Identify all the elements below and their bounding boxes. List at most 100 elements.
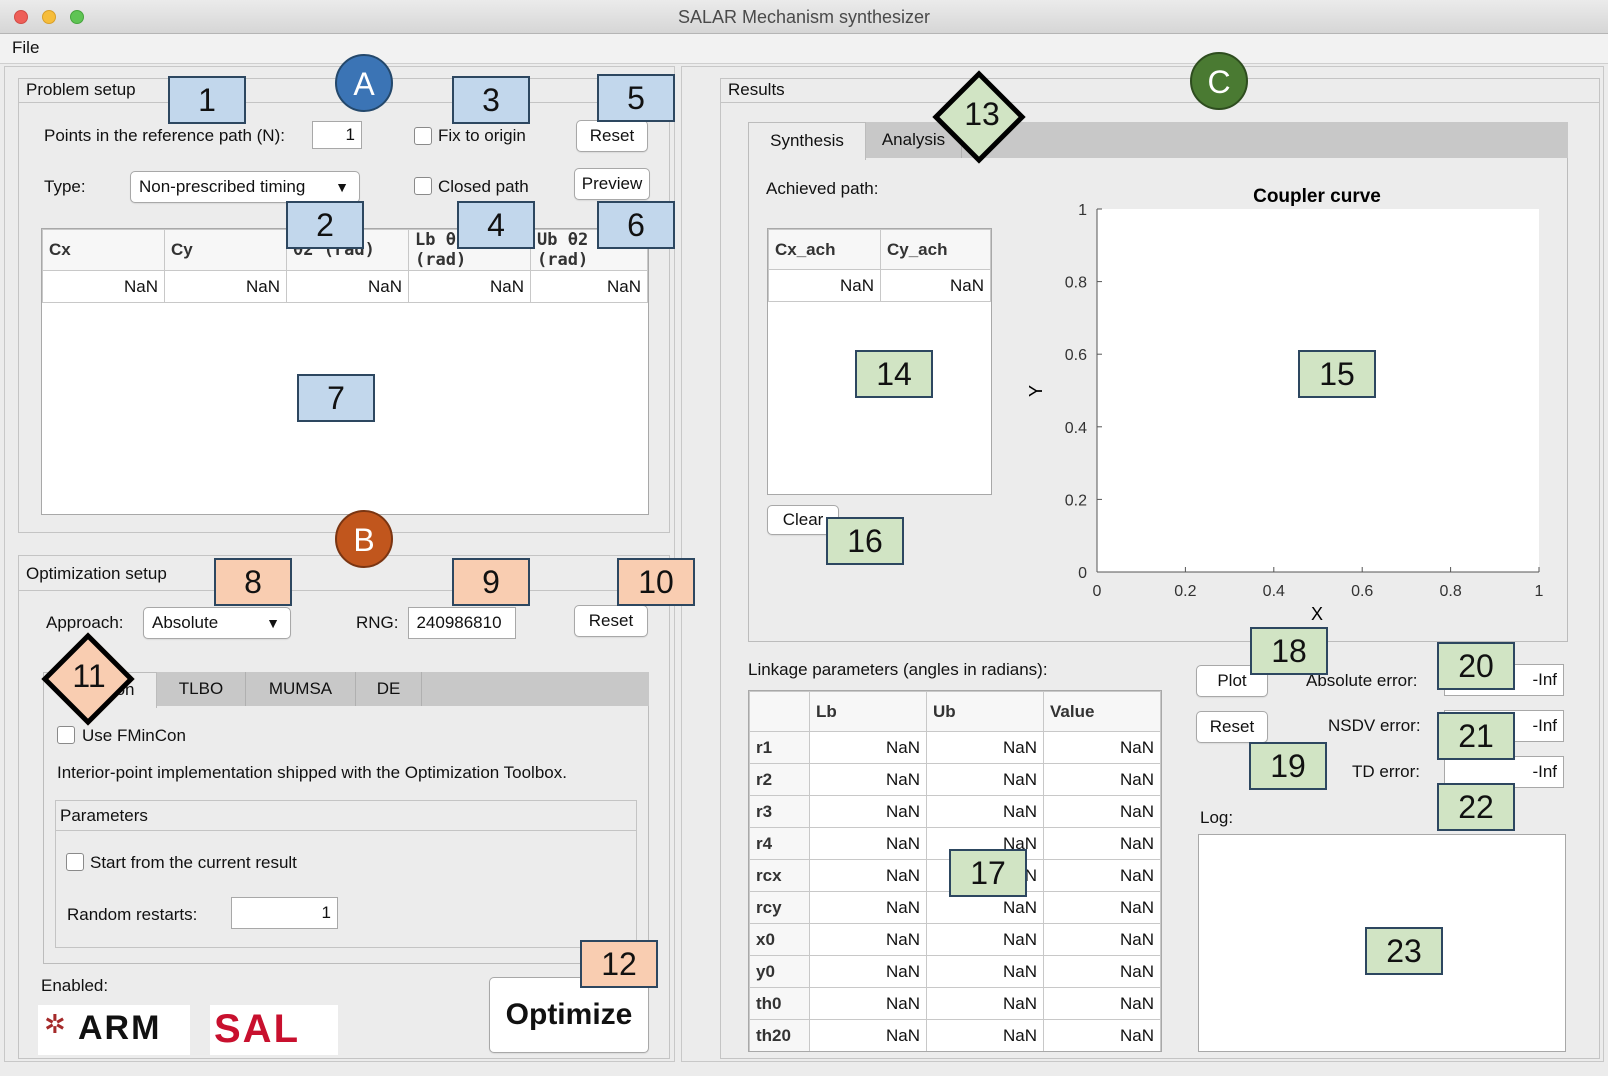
row-header: x0 [749, 923, 810, 956]
table-row: x0 NaN NaN NaN [749, 923, 1161, 956]
x-tick-label: 0.4 [1263, 583, 1285, 600]
table-cell[interactable]: NaN [926, 763, 1044, 796]
linkage-params-label: Linkage parameters (angles in radians): [748, 660, 1048, 679]
column-header[interactable]: Lb [809, 691, 927, 732]
table-cell[interactable]: NaN [1043, 987, 1161, 1020]
chart-title: Coupler curve [1253, 186, 1381, 207]
preview-button[interactable]: Preview [574, 168, 650, 200]
table-row: r3 NaN NaN NaN [749, 795, 1161, 828]
column-header[interactable]: Value [1043, 691, 1161, 732]
tab-de[interactable]: DE [356, 672, 422, 706]
table-cell[interactable]: NaN [926, 987, 1044, 1020]
table-cell[interactable]: NaN [809, 795, 927, 828]
table-cell[interactable]: NaN [809, 827, 927, 860]
rng-input[interactable]: 240986810 [408, 607, 516, 639]
table-cell[interactable]: NaN [809, 891, 927, 924]
column-header[interactable]: Ub [926, 691, 1044, 732]
optimize-button[interactable]: Optimize [489, 977, 649, 1053]
table-cell[interactable]: NaN [1043, 795, 1161, 828]
file-menu[interactable]: File [12, 38, 39, 58]
table-cell[interactable]: NaN [530, 270, 648, 303]
annotation-label-9: 9 [452, 558, 530, 606]
x-tick-label: 0.2 [1174, 583, 1196, 600]
table-cell[interactable]: NaN [768, 269, 881, 302]
y-tick-label: 0 [1078, 565, 1087, 582]
annotation-label-4: 4 [457, 201, 535, 249]
reference-path-table-area[interactable]: Cx Cy θ2 (rad) Lb θ2 (rad) Ub θ2 (rad) N… [41, 228, 649, 515]
table-cell[interactable]: NaN [1043, 891, 1161, 924]
table-cell[interactable]: NaN [809, 923, 927, 956]
annotation-label-2: 2 [286, 201, 364, 249]
table-row: r2 NaN NaN NaN [749, 763, 1161, 796]
column-header[interactable]: Cy_ach [880, 229, 991, 270]
table-row: y0 NaN NaN NaN [749, 955, 1161, 988]
row-header: th20 [749, 1019, 810, 1051]
results-reset-button[interactable]: Reset [1196, 711, 1268, 743]
column-header[interactable]: Cx_ach [768, 229, 881, 270]
fix-origin-checkbox[interactable] [414, 127, 432, 145]
coupler-curve-chart[interactable]: Coupler curve 0 0.2 0.4 0.6 0.8 1 00.20.40.60… [1010, 175, 1580, 635]
annotation-label-19: 19 [1249, 742, 1327, 790]
table-cell[interactable]: NaN [1043, 923, 1161, 956]
column-header[interactable]: Cx [42, 229, 165, 271]
table-cell[interactable]: NaN [1043, 1019, 1161, 1051]
table-cell[interactable]: NaN [1043, 731, 1161, 764]
sal-logo-text: SAL [214, 1007, 300, 1051]
column-header[interactable]: Cy [164, 229, 287, 271]
tab-mumsa[interactable]: MUMSA [246, 672, 356, 706]
use-fmincon-checkbox[interactable] [57, 726, 75, 744]
table-header-row: Lb Ub Value [749, 691, 1161, 732]
optim-reset-button[interactable]: Reset [574, 605, 648, 637]
table-cell[interactable]: NaN [1043, 763, 1161, 796]
annotation-circle-b: B [335, 510, 393, 568]
tab-tlbo[interactable]: TLBO [157, 672, 246, 706]
table-row: r1 NaN NaN NaN [749, 731, 1161, 764]
table-cell[interactable]: NaN [926, 795, 1044, 828]
row-header: rcx [749, 859, 810, 892]
closed-path-checkbox[interactable] [414, 177, 432, 195]
table-cell[interactable]: NaN [1043, 827, 1161, 860]
table-cell[interactable]: NaN [926, 923, 1044, 956]
annotation-label-22: 22 [1437, 783, 1515, 831]
random-restarts-input[interactable]: 1 [231, 897, 338, 929]
annotation-label-15: 15 [1298, 350, 1376, 398]
table-cell[interactable]: NaN [926, 955, 1044, 988]
rng-label: RNG: [356, 613, 399, 632]
start-current-checkbox[interactable] [66, 853, 84, 871]
tab-synthesis[interactable]: Synthesis [748, 122, 866, 160]
table-cell[interactable]: NaN [1043, 955, 1161, 988]
row-header: r3 [749, 795, 810, 828]
table-cell[interactable]: NaN [42, 270, 165, 303]
nsdv-error-label: NSDV error: [1328, 716, 1421, 735]
table-cell[interactable]: NaN [809, 1019, 927, 1051]
optimization-setup-title: Optimization setup [22, 564, 171, 584]
x-tick-label: 0.8 [1439, 583, 1461, 600]
table-cell[interactable]: NaN [809, 731, 927, 764]
table-cell[interactable]: NaN [286, 270, 409, 303]
table-cell[interactable]: NaN [809, 859, 927, 892]
table-cell[interactable]: NaN [926, 731, 1044, 764]
table-cell[interactable]: NaN [809, 763, 927, 796]
table-cell[interactable]: NaN [926, 1019, 1044, 1051]
annotation-circle-a: A [335, 54, 393, 112]
problem-reset-button[interactable]: Reset [576, 120, 648, 152]
table-cell[interactable]: NaN [1043, 859, 1161, 892]
y-tick-label: 0.8 [1065, 275, 1087, 292]
type-select[interactable]: Non-prescribed timing ▼ [130, 171, 360, 203]
x-tick-label: 0 [1093, 583, 1102, 600]
enabled-label: Enabled: [41, 976, 109, 995]
table-cell[interactable]: NaN [809, 955, 927, 988]
annotation-label-18: 18 [1250, 627, 1328, 675]
y-axis-label: Y [1026, 385, 1046, 397]
fix-origin-label: Fix to origin [438, 126, 526, 145]
results-title: Results [724, 80, 789, 100]
table-cell[interactable]: NaN [408, 270, 531, 303]
table-cell[interactable]: NaN [164, 270, 287, 303]
points-input[interactable]: 1 [312, 121, 362, 149]
table-cell[interactable]: NaN [880, 269, 991, 302]
achieved-path-table[interactable]: Cx_ach Cy_ach NaN NaN [768, 229, 991, 302]
table-row: NaN NaN [768, 269, 991, 302]
approach-select[interactable]: Absolute ▼ [143, 607, 291, 639]
table-row: th20 NaN NaN NaN [749, 1019, 1161, 1051]
table-cell[interactable]: NaN [809, 987, 927, 1020]
